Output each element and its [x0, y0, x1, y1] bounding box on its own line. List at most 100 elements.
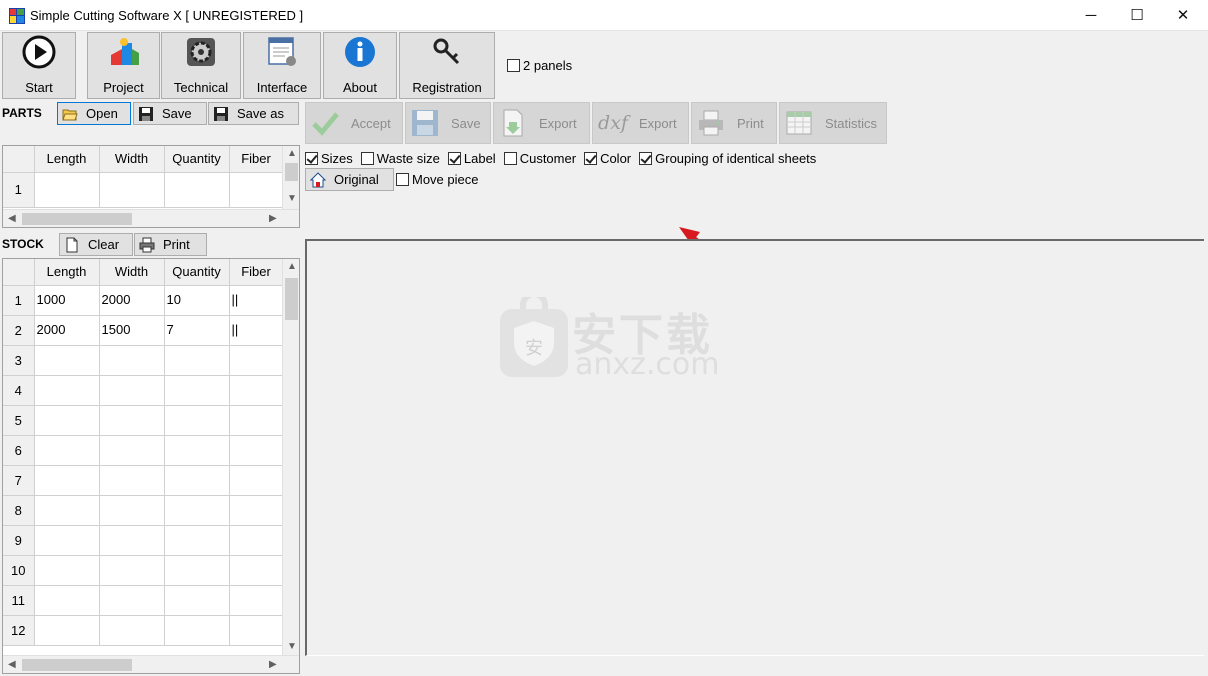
cell-width[interactable] [99, 435, 165, 466]
row-header[interactable]: 12 [3, 615, 35, 646]
row-header[interactable]: 8 [3, 495, 35, 526]
parts-horizontal-scrollbar[interactable]: ◀ ▶ [3, 209, 299, 227]
row-header[interactable]: 10 [3, 555, 35, 586]
table-row[interactable]: 10 [3, 555, 284, 586]
project-button[interactable]: Project [87, 32, 160, 99]
table-row[interactable]: 1 [3, 172, 284, 208]
waste-size-checkbox[interactable]: Waste size [360, 151, 440, 166]
row-header[interactable]: 5 [3, 405, 35, 436]
color-box[interactable] [584, 152, 598, 165]
cell-quantity[interactable] [164, 525, 230, 556]
color-checkbox[interactable]: Color [584, 151, 631, 166]
parts-col-length[interactable]: Length [34, 146, 100, 173]
scroll-up-icon[interactable]: ▲ [287, 148, 297, 159]
table-row[interactable]: 1 1000 2000 10 || [3, 285, 284, 316]
move-piece-box[interactable] [396, 173, 409, 186]
cell-quantity[interactable] [164, 172, 230, 208]
table-row[interactable]: 7 [3, 465, 284, 496]
cell-quantity[interactable] [164, 435, 230, 466]
layout-canvas[interactable]: 安 安下载 anxz.com [305, 239, 1204, 656]
table-row[interactable]: 5 [3, 405, 284, 436]
customer-box[interactable] [503, 152, 517, 165]
parts-col-quantity[interactable]: Quantity [164, 146, 230, 173]
scroll-left-icon[interactable]: ◀ [8, 659, 16, 670]
parts-save-as-button[interactable]: Save as [208, 102, 299, 125]
row-header[interactable]: 11 [3, 585, 35, 616]
stock-col-length[interactable]: Length [34, 259, 100, 286]
cell-fiber[interactable] [229, 375, 284, 406]
cell-fiber[interactable] [229, 172, 284, 208]
cell-width[interactable]: 1500 [99, 315, 165, 346]
move-piece-checkbox[interactable]: Move piece [396, 172, 478, 187]
cell-width[interactable] [99, 172, 165, 208]
stock-grid[interactable]: Length Width Quantity Fiber 1 1000 2000 10 |… [2, 258, 300, 674]
maximize-button[interactable]: ☐ [1114, 0, 1160, 30]
grouping-checkbox[interactable]: Grouping of identical sheets [639, 151, 816, 166]
cell-quantity[interactable] [164, 375, 230, 406]
original-button[interactable]: Original [305, 168, 394, 191]
scroll-thumb[interactable] [285, 163, 298, 181]
cell-length[interactable]: 1000 [34, 285, 100, 316]
result-save-button[interactable]: Save [405, 102, 491, 144]
cell-width[interactable] [99, 555, 165, 586]
parts-col-fiber[interactable]: Fiber [229, 146, 284, 173]
cell-width[interactable] [99, 585, 165, 616]
label-checkbox[interactable]: Label [447, 151, 496, 166]
parts-open-button[interactable]: Open [57, 102, 131, 125]
about-button[interactable]: About [323, 32, 397, 99]
cell-length[interactable]: 2000 [34, 315, 100, 346]
minimize-button[interactable]: ─ [1068, 0, 1114, 30]
stock-horizontal-scrollbar[interactable]: ◀ ▶ [3, 655, 299, 673]
registration-button[interactable]: Registration [399, 32, 495, 99]
scroll-down-icon[interactable]: ▼ [287, 193, 297, 204]
export-button[interactable]: Export [493, 102, 590, 144]
cell-fiber[interactable] [229, 465, 284, 496]
accept-button[interactable]: Accept [305, 102, 403, 144]
table-row[interactable]: 12 [3, 615, 284, 646]
cell-fiber[interactable]: || [229, 315, 284, 346]
table-row[interactable]: 2 2000 1500 7 || [3, 315, 284, 346]
row-header[interactable]: 3 [3, 345, 35, 376]
cell-width[interactable] [99, 495, 165, 526]
sizes-box[interactable] [305, 152, 318, 165]
stock-col-fiber[interactable]: Fiber [229, 259, 284, 286]
cell-fiber[interactable] [229, 555, 284, 586]
table-row[interactable]: 11 [3, 585, 284, 616]
customer-checkbox[interactable]: Customer [503, 151, 576, 166]
stock-col-quantity[interactable]: Quantity [164, 259, 230, 286]
cell-width[interactable] [99, 375, 165, 406]
scroll-right-icon[interactable]: ▶ [269, 213, 277, 224]
cell-quantity[interactable] [164, 615, 230, 646]
stock-clear-button[interactable]: Clear [59, 233, 133, 256]
cell-fiber[interactable] [229, 495, 284, 526]
cell-length[interactable] [34, 465, 100, 496]
label-box[interactable] [447, 152, 461, 165]
cell-quantity[interactable] [164, 585, 230, 616]
scroll-thumb[interactable] [22, 213, 132, 225]
table-row[interactable]: 3 [3, 345, 284, 376]
start-button[interactable]: Start [2, 32, 76, 99]
cell-length[interactable] [34, 375, 100, 406]
row-header[interactable]: 4 [3, 375, 35, 406]
cell-width[interactable]: 2000 [99, 285, 165, 316]
cell-length[interactable] [34, 405, 100, 436]
cell-fiber[interactable] [229, 525, 284, 556]
two-panels-checkbox[interactable]: 2 panels [507, 58, 572, 73]
cell-fiber[interactable] [229, 615, 284, 646]
cell-quantity[interactable]: 10 [164, 285, 230, 316]
cell-length[interactable] [34, 525, 100, 556]
table-row[interactable]: 8 [3, 495, 284, 526]
grouping-box[interactable] [639, 152, 653, 165]
table-row[interactable]: 9 [3, 525, 284, 556]
stock-print-button[interactable]: Print [134, 233, 207, 256]
parts-save-button[interactable]: Save [133, 102, 207, 125]
cell-width[interactable] [99, 615, 165, 646]
cell-width[interactable] [99, 405, 165, 436]
cell-quantity[interactable] [164, 495, 230, 526]
scroll-thumb[interactable] [285, 278, 298, 320]
row-header[interactable]: 9 [3, 525, 35, 556]
parts-col-width[interactable]: Width [99, 146, 165, 173]
waste-size-box[interactable] [360, 152, 374, 165]
close-button[interactable]: ✕ [1160, 0, 1206, 30]
cell-quantity[interactable] [164, 555, 230, 586]
